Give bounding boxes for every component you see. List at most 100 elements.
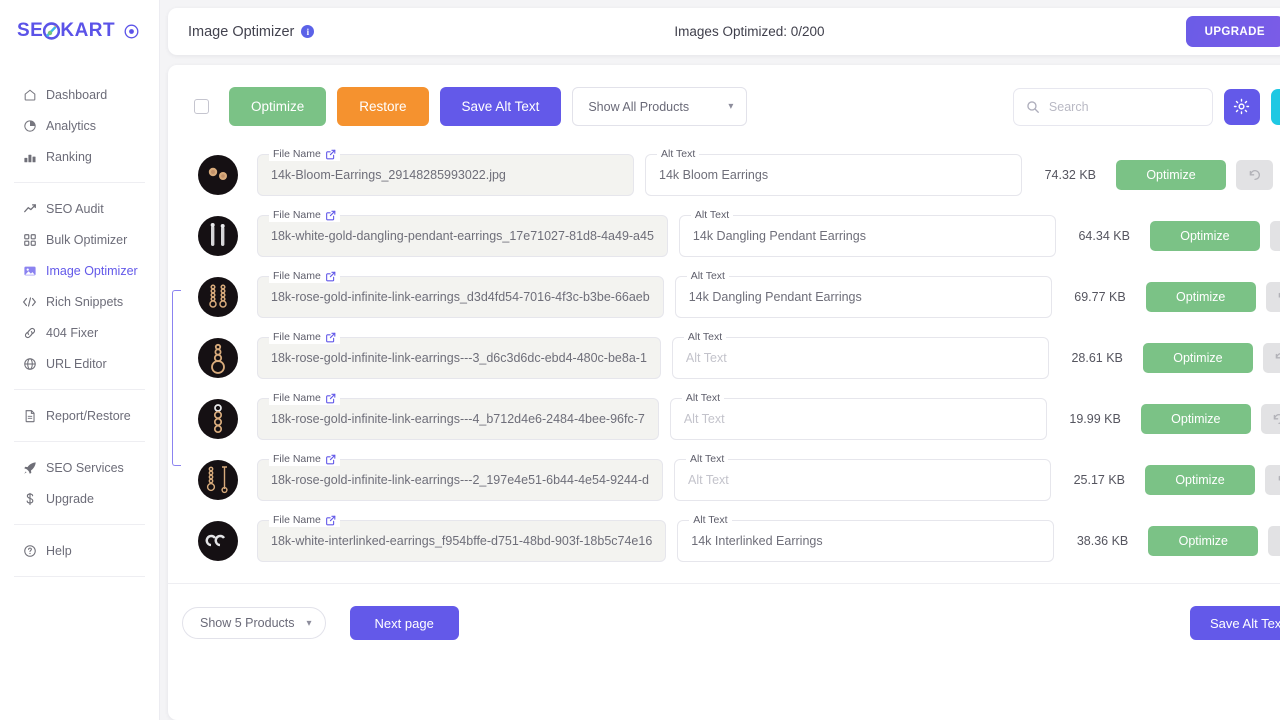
main-content: Image Optimizer i Images Optimized: 0/20… — [160, 0, 1280, 720]
sidebar-item-help[interactable]: Help — [0, 535, 159, 566]
brand-name-part2: KART — [60, 20, 116, 41]
sidebar-item-404-fixer[interactable]: 404 Fixer — [0, 317, 159, 348]
alt-text-field[interactable]: Alt Text 14k Bloom Earrings — [645, 147, 1022, 196]
alt-text-field[interactable]: Alt Text Alt Text — [669, 391, 1047, 440]
info-icon[interactable]: i — [301, 25, 315, 38]
image-icon — [22, 263, 37, 278]
sidebar-divider-5 — [14, 576, 145, 577]
external-link-icon[interactable] — [325, 332, 336, 343]
trend-up-icon — [22, 201, 37, 216]
sidebar-group-reports: Report/Restore — [0, 397, 159, 434]
alt-text-label: Alt Text — [687, 330, 723, 343]
product-filter-select[interactable]: Show All Products ▾ — [572, 87, 748, 126]
optimize-all-button[interactable]: Optimize — [229, 87, 327, 126]
file-name-field[interactable]: File Name 18k-rose-gold-infinite-link-ear… — [257, 330, 661, 379]
alt-text-label: Alt Text — [693, 513, 728, 526]
row-undo-button[interactable] — [1260, 403, 1280, 434]
list-footer: Show 5 Products ▾ Next page Save Alt Tex… — [168, 584, 1280, 640]
question-circle-icon — [22, 543, 37, 558]
per-page-value: Show 5 Products — [200, 616, 295, 630]
row-undo-button[interactable] — [1265, 464, 1280, 495]
per-page-select[interactable]: Show 5 Products ▾ — [182, 607, 326, 639]
row-optimize-button[interactable]: Optimize — [1116, 159, 1226, 190]
upgrade-button[interactable]: UPGRADE — [1185, 16, 1280, 47]
row-undo-button[interactable] — [1262, 342, 1280, 373]
sidebar-item-analytics[interactable]: Analytics — [0, 110, 159, 141]
save-alt-text-button[interactable]: Save Alt Text — [439, 87, 562, 126]
select-all-checkbox[interactable] — [194, 99, 209, 114]
alt-text-field[interactable]: Alt Text Alt Text — [671, 330, 1049, 379]
save-alt-text-footer-button[interactable]: Save Alt Text — [1190, 606, 1280, 640]
table-row: File Name 18k-rose-gold-infinite-link-ear… — [194, 388, 1280, 449]
sidebar-item-seo-audit[interactable]: SEO Audit — [0, 193, 159, 224]
file-name-field[interactable]: File Name 18k-white-gold-dangling-pendant… — [257, 208, 668, 257]
sidebar-item-label: 404 Fixer — [46, 325, 99, 340]
file-name-field[interactable]: File Name 18k-rose-gold-infinite-link-ear… — [257, 452, 663, 501]
sidebar-item-image-optimizer[interactable]: Image Optimizer — [0, 255, 159, 286]
search-input[interactable] — [1048, 99, 1200, 114]
brand-logo-text: SE KART — [17, 20, 115, 42]
document-icon — [22, 408, 37, 423]
file-name-value: 18k-white-interlinked-earrings_f954bffe-… — [271, 533, 653, 548]
file-name-field[interactable]: File Name 18k-white-interlinked-earrings_… — [257, 513, 667, 562]
sidebar-item-seo-services[interactable]: SEO Services — [0, 452, 159, 483]
row-optimize-button[interactable]: Optimize — [1142, 342, 1253, 373]
alt-text-legend: Alt Text — [689, 513, 732, 527]
external-link-icon[interactable] — [325, 271, 336, 282]
external-link-icon[interactable] — [325, 515, 336, 526]
file-name-field[interactable]: File Name 18k-rose-gold-infinite-link-ear… — [257, 391, 659, 440]
sidebar-item-label: SEO Services — [46, 460, 124, 475]
sidebar-item-dashboard[interactable]: Dashboard — [0, 79, 159, 110]
file-name-legend: File Name — [269, 269, 340, 283]
sidebar-item-label: Analytics — [46, 118, 97, 133]
alt-text-field[interactable]: Alt Text 14k Interlinked Earrings — [677, 513, 1055, 562]
alt-text-value: Alt Text — [685, 350, 727, 365]
file-name-field[interactable]: File Name 18k-rose-gold-infinite-link-ear… — [257, 269, 664, 318]
refresh-button[interactable] — [1270, 88, 1280, 125]
alt-text-legend: Alt Text — [681, 391, 725, 405]
restore-all-button[interactable]: Restore — [337, 87, 429, 126]
alt-text-field[interactable]: Alt Text 14k Dangling Pendant Earrings — [678, 208, 1056, 257]
table-row: File Name 18k-rose-gold-infinite-link-ear… — [194, 449, 1280, 510]
row-optimize-button[interactable]: Optimize — [1145, 464, 1255, 495]
alt-text-label: Alt Text — [661, 147, 696, 160]
brand-name-part1: SE — [17, 20, 44, 41]
sidebar-item-ranking[interactable]: Ranking — [0, 141, 159, 172]
sidebar-item-rich-snippets[interactable]: Rich Snippets — [0, 286, 159, 317]
file-name-value: 18k-rose-gold-infinite-link-earrings---4… — [271, 411, 645, 426]
file-name-value: 14k-Bloom-Earrings_29148285993022.jpg — [271, 167, 506, 182]
sidebar-item-upgrade[interactable]: Upgrade — [0, 483, 159, 514]
row-optimize-button[interactable]: Optimize — [1148, 525, 1259, 556]
external-link-icon[interactable] — [325, 210, 336, 221]
row-undo-button[interactable] — [1265, 281, 1280, 312]
row-optimize-button[interactable]: Optimize — [1140, 403, 1251, 434]
sidebar-group-services: SEO Services Upgrade — [0, 449, 159, 517]
home-icon — [22, 87, 37, 102]
row-optimize-button[interactable]: Optimize — [1145, 281, 1256, 312]
next-page-button[interactable]: Next page — [349, 606, 459, 640]
bloom-earrings-thumb — [198, 154, 238, 195]
page-title: Image Optimizer i — [188, 24, 315, 40]
chevron-down-icon: ▾ — [306, 617, 312, 629]
alt-text-field[interactable]: Alt Text Alt Text — [674, 452, 1051, 501]
alt-text-field[interactable]: Alt Text 14k Dangling Pendant Earrings — [674, 269, 1052, 318]
brand-logo[interactable]: SE KART — [0, 0, 159, 62]
external-link-icon[interactable] — [325, 454, 336, 465]
external-link-icon[interactable] — [325, 149, 336, 160]
sidebar-item-url-editor[interactable]: URL Editor — [0, 348, 159, 379]
external-link-icon[interactable] — [325, 393, 336, 404]
chevron-down-icon: ▾ — [728, 101, 734, 112]
alt-text-legend: Alt Text — [657, 147, 700, 161]
row-undo-button[interactable] — [1268, 525, 1280, 556]
sidebar-item-bulk-optimizer[interactable]: Bulk Optimizer — [0, 224, 159, 255]
row-undo-button[interactable] — [1236, 159, 1273, 190]
row-undo-button[interactable] — [1269, 220, 1280, 251]
sidebar-item-report-restore[interactable]: Report/Restore — [0, 400, 159, 431]
table-row: File Name 18k-white-interlinked-earrings_… — [194, 510, 1280, 571]
settings-button[interactable] — [1223, 88, 1260, 125]
rocket-gear-icon — [43, 21, 61, 40]
file-name-field[interactable]: File Name 14k-Bloom-Earrings_291482859930… — [257, 147, 634, 196]
row-optimize-button[interactable]: Optimize — [1149, 220, 1260, 251]
search-box[interactable] — [1012, 87, 1213, 126]
images-optimized-counter: Images Optimized: 0/200 — [674, 24, 825, 39]
